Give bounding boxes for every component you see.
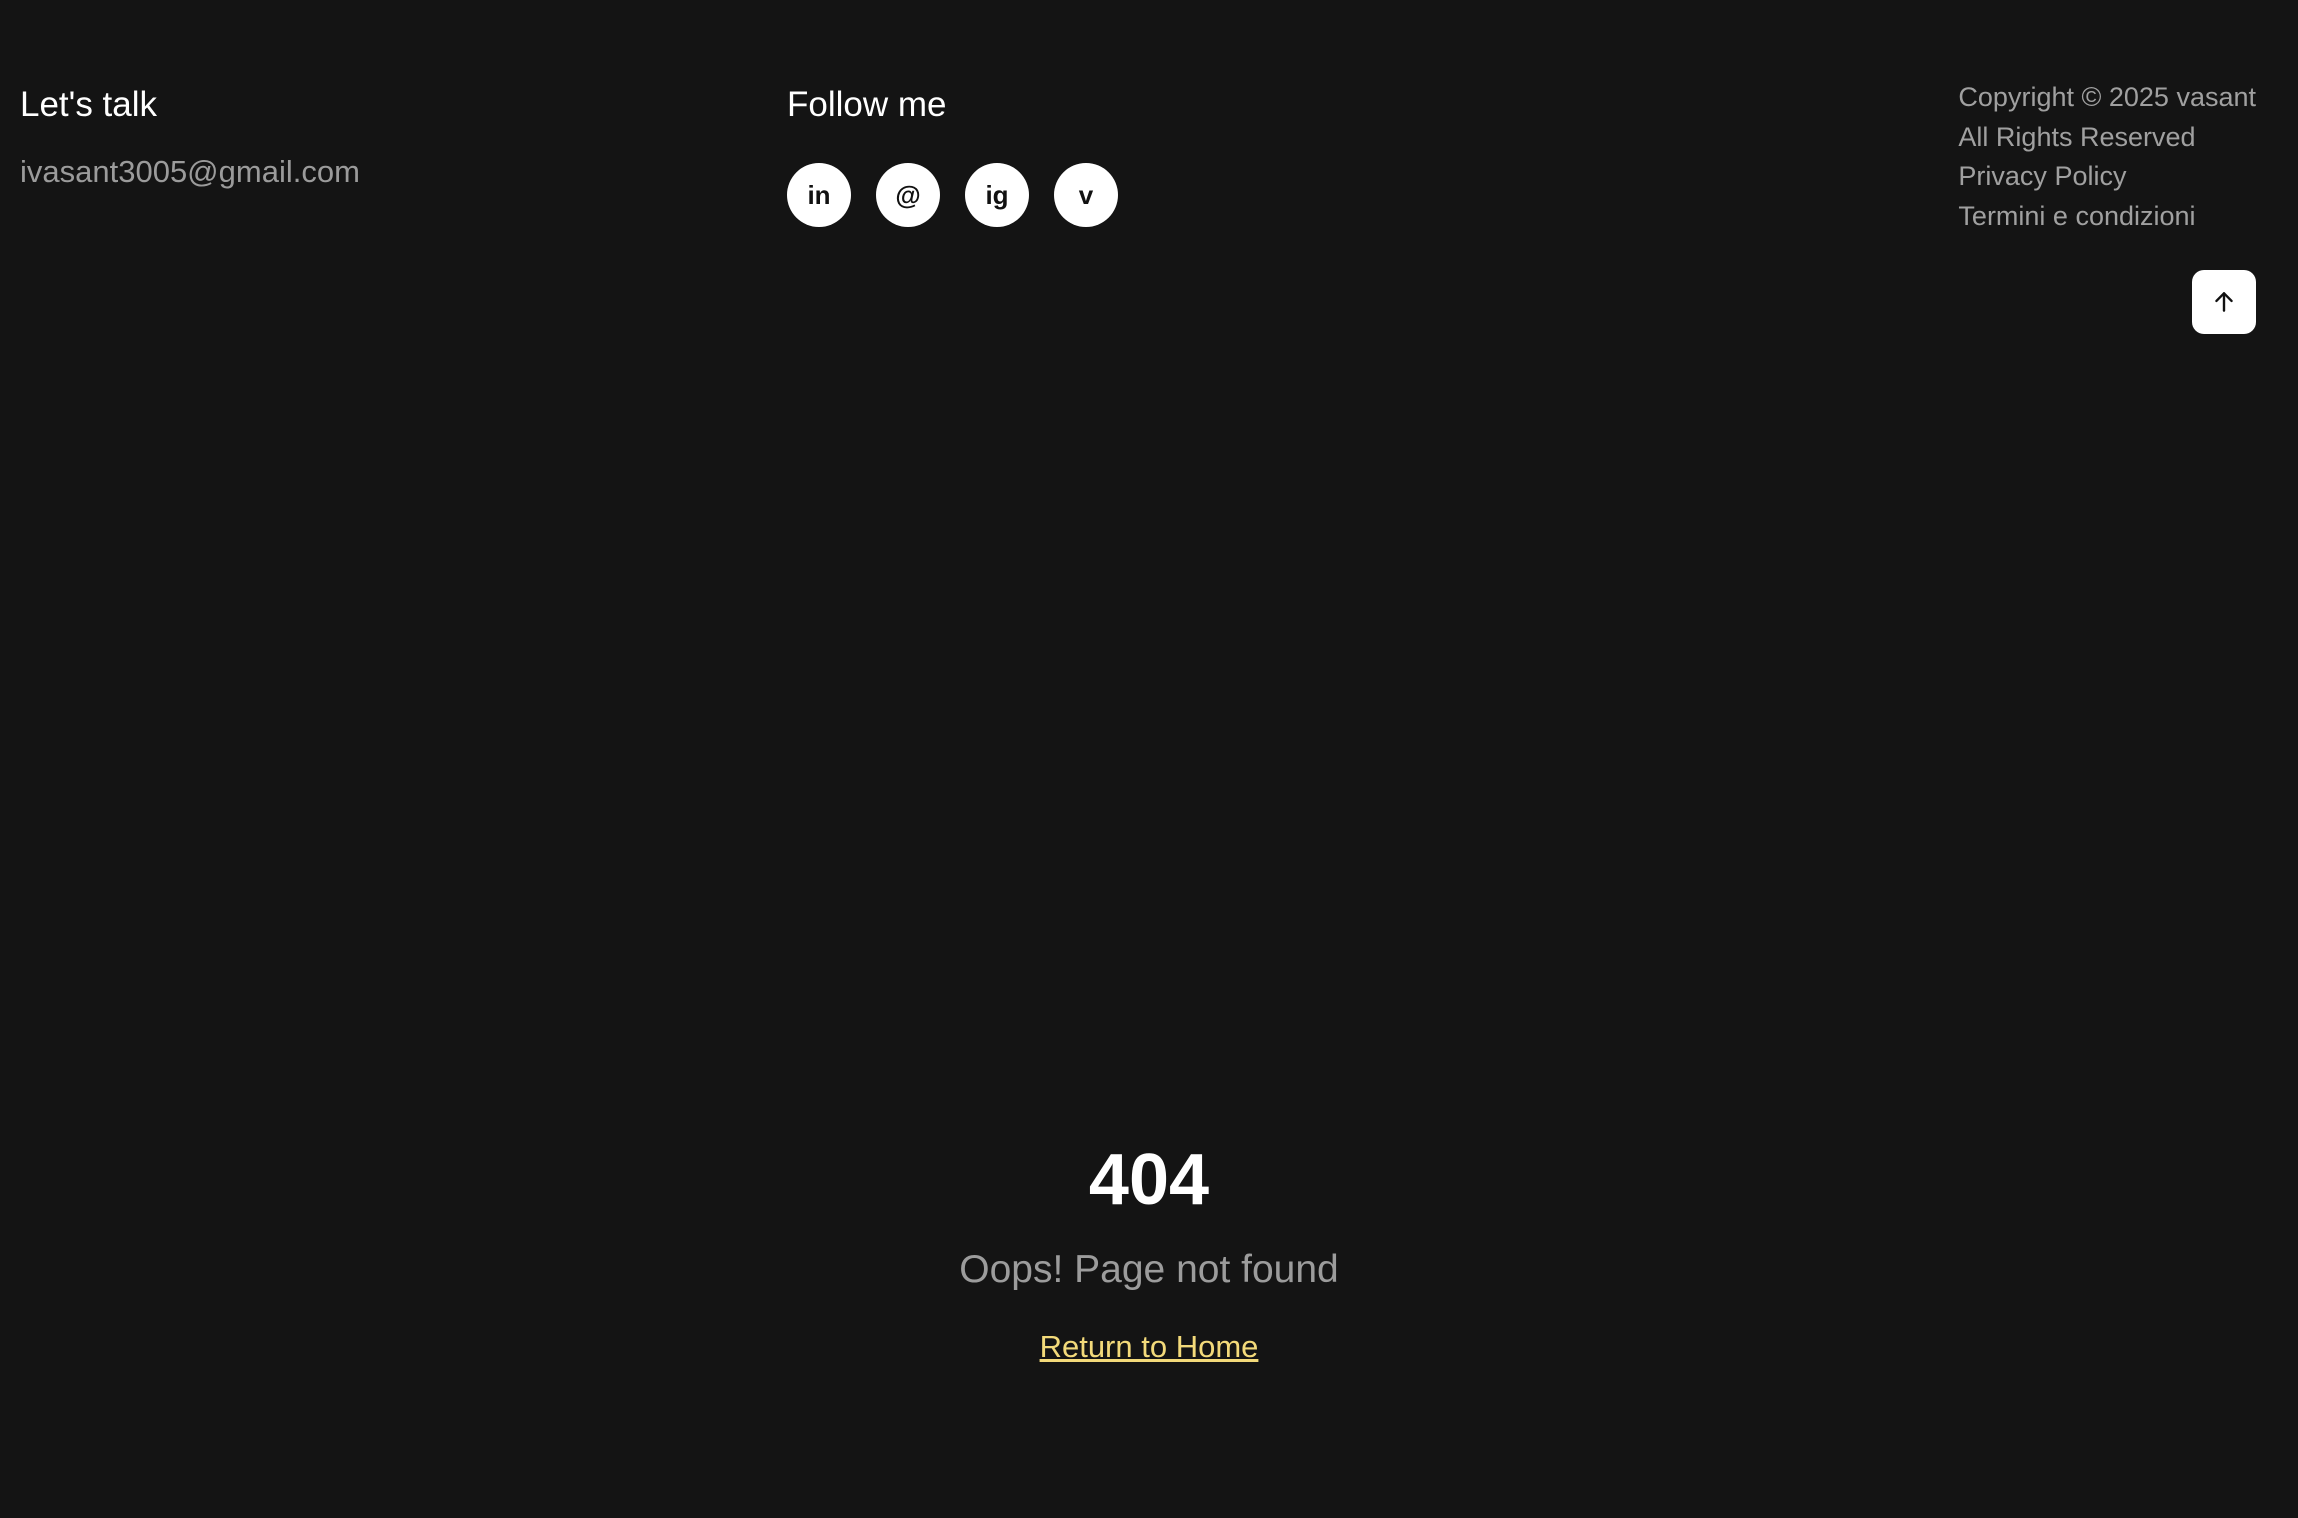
social-links: in @ ig v bbox=[787, 163, 1118, 227]
linkedin-button[interactable]: in bbox=[787, 163, 851, 227]
instagram-button[interactable]: ig bbox=[965, 163, 1029, 227]
vimeo-button[interactable]: v bbox=[1054, 163, 1118, 227]
return-home-link[interactable]: Return to Home bbox=[1040, 1327, 1259, 1367]
lets-talk-section: Let's talk ivasant3005@gmail.com bbox=[20, 80, 360, 192]
back-to-top-button[interactable] bbox=[2192, 270, 2256, 334]
legal-section: Copyright © 2025 vasant All Rights Reser… bbox=[1958, 78, 2256, 236]
email-link[interactable]: ivasant3005@gmail.com bbox=[20, 152, 360, 192]
arrow-up-icon bbox=[2215, 292, 2233, 312]
error-message: Oops! Page not found bbox=[959, 1248, 1339, 1291]
lets-talk-heading: Let's talk bbox=[20, 85, 158, 124]
copyright-text: Copyright © 2025 vasant bbox=[1958, 82, 2256, 112]
follow-me-section: Follow me in @ ig v bbox=[787, 80, 1118, 227]
privacy-policy-link[interactable]: Privacy Policy bbox=[1958, 157, 2256, 197]
page: Let's talk ivasant3005@gmail.com Follow … bbox=[0, 0, 2298, 1518]
threads-button[interactable]: @ bbox=[876, 163, 940, 227]
terms-link[interactable]: Termini e condizioni bbox=[1958, 197, 2256, 237]
not-found-section: 404 Oops! Page not found Return to Home bbox=[0, 1135, 2298, 1367]
follow-me-heading: Follow me bbox=[787, 85, 947, 124]
rights-text: All Rights Reserved bbox=[1958, 121, 2196, 152]
error-code: 404 bbox=[1088, 1140, 1210, 1220]
